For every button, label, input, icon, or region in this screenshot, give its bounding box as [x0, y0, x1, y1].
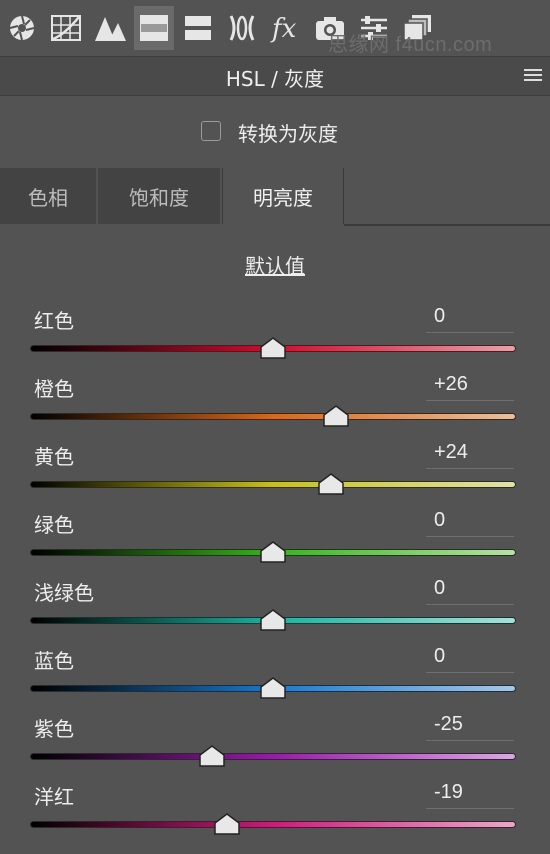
- slider-row-aqua: 浅绿色 0: [0, 577, 550, 645]
- slider-label: 红色: [34, 309, 74, 333]
- slider-thumb[interactable]: [199, 745, 225, 767]
- slider-value-input[interactable]: 0: [426, 305, 514, 333]
- slider-row-green: 绿色 0: [0, 509, 550, 577]
- slider-row-yellow: 黄色 +24: [0, 441, 550, 509]
- panel-toolbar: fx 思缘网 f4ucn.com: [0, 0, 550, 56]
- slider-label: 洋红: [34, 785, 74, 809]
- slider-label: 蓝色: [34, 649, 74, 673]
- slider-thumb[interactable]: [260, 609, 286, 631]
- slider-label: 橙色: [34, 377, 74, 401]
- tab-hue[interactable]: 色相: [0, 168, 96, 224]
- slider-row-magenta: 洋红 -19: [0, 781, 550, 849]
- svg-text:fx: fx: [270, 14, 297, 43]
- slider-track[interactable]: [30, 481, 516, 488]
- slider-thumb[interactable]: [260, 337, 286, 359]
- slider-row-blue: 蓝色 0: [0, 645, 550, 713]
- slider-value-input[interactable]: +26: [426, 373, 514, 401]
- lens-icon[interactable]: [222, 6, 262, 50]
- slider-track[interactable]: [30, 821, 516, 828]
- hsl-icon[interactable]: [134, 6, 174, 50]
- slider-row-orange: 橙色 +26: [0, 373, 550, 441]
- slider-track[interactable]: [30, 413, 516, 420]
- detail-icon[interactable]: [90, 6, 130, 50]
- slider-thumb[interactable]: [318, 473, 345, 495]
- slider-value-input[interactable]: 0: [426, 577, 514, 605]
- slider-thumb[interactable]: [323, 405, 349, 427]
- slider-thumb[interactable]: [260, 677, 286, 699]
- slider-thumb[interactable]: [214, 813, 240, 835]
- panel-title: HSL / 灰度: [225, 67, 325, 91]
- slider-value-input[interactable]: -25: [426, 713, 514, 741]
- convert-grayscale-checkbox[interactable]: [201, 121, 221, 141]
- hamburger-menu-icon[interactable]: [524, 69, 542, 83]
- slider-label: 浅绿色: [34, 581, 94, 605]
- tone-curve-icon[interactable]: [46, 6, 86, 50]
- slider-value-input[interactable]: +24: [426, 441, 514, 469]
- slider-thumb[interactable]: [260, 541, 286, 563]
- slider-value-input[interactable]: -19: [426, 781, 514, 809]
- watermark: 思缘网 f4ucn.com: [328, 34, 493, 56]
- tab-divider: [344, 224, 550, 226]
- slider-label: 紫色: [34, 717, 74, 741]
- fx-icon[interactable]: fx: [266, 6, 306, 50]
- convert-grayscale-label[interactable]: 转换为灰度: [238, 118, 338, 147]
- slider-label: 黄色: [34, 445, 74, 469]
- hsl-tabs: 色相 饱和度 明亮度: [0, 168, 550, 224]
- panel-header: HSL / 灰度: [0, 56, 550, 96]
- tab-luminance[interactable]: 明亮度: [222, 168, 344, 224]
- tab-saturation[interactable]: 饱和度: [98, 168, 220, 224]
- default-button[interactable]: 默认值: [0, 250, 550, 279]
- slider-value-input[interactable]: 0: [426, 645, 514, 673]
- aperture-icon[interactable]: [2, 6, 42, 50]
- slider-row-purple: 紫色 -25: [0, 713, 550, 781]
- slider-track[interactable]: [30, 753, 516, 760]
- split-toning-icon[interactable]: [178, 6, 218, 50]
- slider-label: 绿色: [34, 513, 74, 537]
- slider-row-red: 红色 0: [0, 305, 550, 373]
- slider-value-input[interactable]: 0: [426, 509, 514, 537]
